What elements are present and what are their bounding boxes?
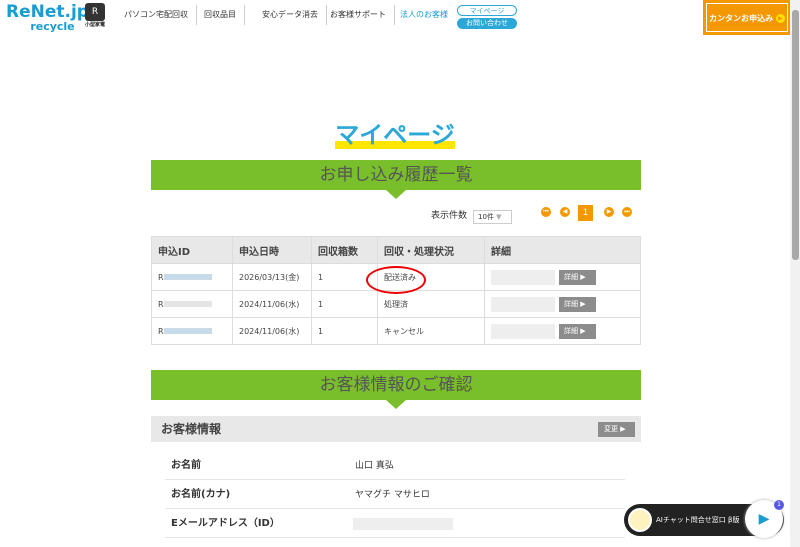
detail-button[interactable]: 詳細 ▶ (559, 296, 596, 312)
table-row: R 2024/11/06(水) 1 処理済 詳細 ▶ (151, 290, 641, 318)
next-page-icon[interactable]: ▶ (604, 207, 614, 217)
col-date: 申込日時 (232, 236, 312, 264)
disabled-button (491, 323, 555, 339)
customer-banner: お客様情報のご確認 (151, 370, 641, 409)
recycle-mark-icon: R (85, 3, 105, 21)
history-banner: お申し込み履歴一覧 (151, 160, 641, 199)
dropdown-icon: ▼ (496, 213, 502, 221)
header: ReNet.jp recycle R 小型家電 パソコン宅配回収 回収品目 安心デ… (0, 0, 791, 40)
avatar (628, 508, 652, 532)
contact-button[interactable]: お問い合わせ (457, 18, 517, 29)
detail-button[interactable]: 詳細 ▶ (559, 269, 596, 285)
highlight-circle (366, 266, 426, 294)
badge-logo: R 小型家電 (84, 3, 106, 31)
nav-pc[interactable]: パソコン宅配回収 (116, 5, 197, 25)
field-kana: お名前(カナ) ヤマグチ マサヒロ (165, 481, 625, 509)
change-button[interactable]: 変更 ▶ (598, 422, 635, 437)
last-page-icon[interactable]: ⏭ (622, 207, 632, 217)
field-email: Eメールアドレス（ID） (165, 510, 625, 538)
prev-page-icon[interactable]: ◀ (560, 207, 570, 217)
customer-section-header: お客様情報 変更 ▶ (151, 416, 641, 442)
col-id: 申込ID (151, 236, 233, 264)
badge-text: 小型家電 (84, 22, 105, 28)
page-title: マイページ (335, 121, 455, 149)
notification-badge: 1 (774, 500, 784, 510)
box-count: 1 (311, 317, 378, 345)
logo[interactable]: ReNet.jp recycle (6, 3, 89, 33)
nav-data[interactable]: 安心データ消去 (254, 5, 327, 25)
col-detail: 詳細 (484, 236, 641, 264)
status: キャンセル (377, 317, 485, 345)
scrollbar[interactable] (790, 0, 800, 547)
mypage-button[interactable]: マイページ (457, 5, 517, 16)
field-name: お名前 山口 真弘 (165, 452, 625, 480)
arrow-icon: ▶ (775, 14, 785, 23)
per-page-select[interactable]: 10件 ▼ (473, 210, 512, 224)
first-page-icon[interactable]: ⏮ (541, 207, 551, 217)
detail-button[interactable]: 詳細 ▶ (559, 323, 596, 339)
nav-corporate[interactable]: 法人のお客様 (392, 5, 456, 25)
col-status: 回収・処理状況 (377, 236, 485, 264)
box-count: 1 (311, 290, 378, 318)
disabled-button (491, 296, 555, 312)
per-page-label: 表示件数 (431, 211, 468, 221)
order-date: 2024/11/06(水) (232, 317, 312, 345)
table-row: R 2024/11/06(水) 1 キャンセル 詳細 ▶ (151, 317, 641, 345)
col-boxes: 回収箱数 (311, 236, 378, 264)
disabled-button (491, 269, 555, 285)
order-date: 2024/11/06(水) (232, 290, 312, 318)
status: 処理済 (377, 290, 485, 318)
order-date: 2026/03/13(金) (232, 263, 312, 291)
nav-items[interactable]: 回収品目 (196, 5, 245, 25)
nav-support[interactable]: お客様サポート (322, 5, 395, 25)
current-page[interactable]: 1 (578, 205, 593, 221)
apply-button[interactable]: カンタンお申込み ▶ (703, 0, 791, 35)
